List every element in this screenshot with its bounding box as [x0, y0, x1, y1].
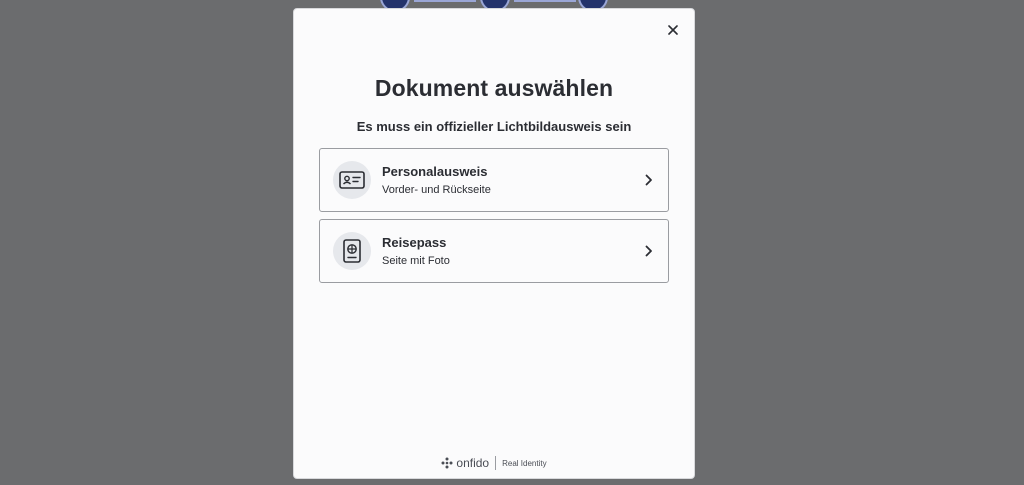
chevron-right-icon [642, 244, 656, 258]
brand-tagline: Real Identity [502, 458, 547, 468]
footer-divider [495, 456, 497, 470]
background-bar [514, 0, 576, 2]
onfido-logo-icon [441, 457, 453, 469]
chevron-right-icon [642, 173, 656, 187]
option-hint: Seite mit Foto [382, 255, 450, 267]
close-icon [668, 25, 678, 35]
id-card-icon [339, 171, 365, 189]
option-label: Reisepass [382, 235, 447, 250]
option-text: Personalausweis Vorder- und Rückseite [382, 164, 642, 196]
option-reisepass[interactable]: Reisepass Seite mit Foto [319, 219, 669, 283]
option-icon-container [333, 232, 371, 270]
option-text: Reisepass Seite mit Foto [382, 235, 642, 267]
passport-icon [343, 239, 361, 263]
brand: onfido Real Identity [441, 456, 547, 470]
option-hint: Vorder- und Rückseite [382, 184, 491, 196]
background-bar [414, 0, 476, 2]
page-title: Dokument auswählen [374, 75, 614, 101]
footer: onfido Real Identity [294, 456, 694, 470]
document-select-modal: Dokument auswählen Es muss ein offiziell… [293, 8, 695, 479]
close-button[interactable] [664, 21, 682, 39]
page-subtitle: Es muss ein offizieller Lichtbildausweis… [356, 119, 632, 134]
option-label: Personalausweis [382, 164, 488, 179]
option-personalausweis[interactable]: Personalausweis Vorder- und Rückseite [319, 148, 669, 212]
brand-name: onfido [456, 456, 490, 470]
option-icon-container [333, 161, 371, 199]
